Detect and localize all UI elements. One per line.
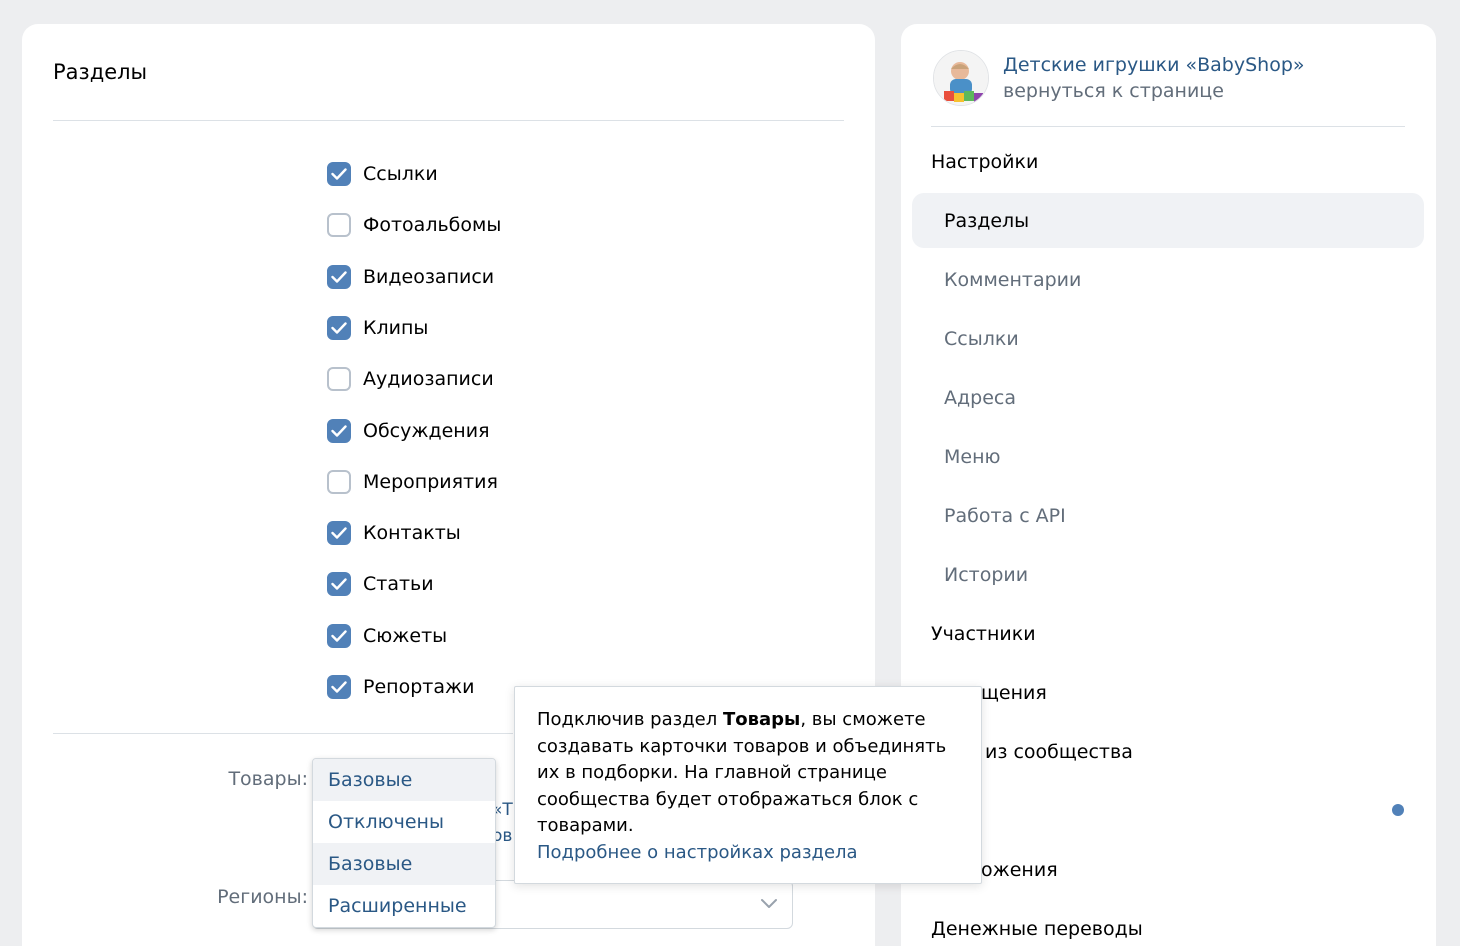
nav-item[interactable]: Разделы bbox=[912, 193, 1424, 248]
section-checkbox-row[interactable]: Ссылки bbox=[327, 160, 438, 188]
section-checkbox-row[interactable]: Сюжеты bbox=[327, 622, 447, 650]
community-avatar[interactable] bbox=[933, 50, 989, 106]
tooltip-bold: Товары bbox=[722, 709, 801, 730]
divider bbox=[53, 733, 513, 734]
goods-option[interactable]: Отключены bbox=[313, 801, 495, 843]
checkbox-unchecked[interactable] bbox=[327, 213, 351, 238]
divider bbox=[53, 120, 844, 121]
nav-item[interactable]: Меню bbox=[912, 429, 1424, 484]
checkbox-checked[interactable] bbox=[327, 264, 351, 289]
section-checkbox-row[interactable]: Репортажи bbox=[327, 673, 474, 701]
section-checkbox-label[interactable]: Контакты bbox=[363, 522, 461, 544]
section-checkbox-label[interactable]: Клипы bbox=[363, 317, 428, 339]
checkmark-icon bbox=[331, 578, 347, 591]
goods-dropdown[interactable]: Базовые Отключены Базовые Расширенные bbox=[312, 758, 496, 928]
section-checkbox-label[interactable]: Обсуждения bbox=[363, 420, 490, 442]
goods-selected-value[interactable]: Базовые bbox=[313, 759, 495, 801]
section-checkbox-row[interactable]: Статьи bbox=[327, 570, 434, 598]
goods-option[interactable]: Расширенные bbox=[313, 885, 495, 927]
chevron-down-icon bbox=[761, 899, 777, 908]
section-checkbox-label[interactable]: Репортажи bbox=[363, 676, 474, 698]
tooltip-text: Подключив раздел bbox=[537, 709, 723, 730]
section-checkbox-label[interactable]: Аудиозаписи bbox=[363, 368, 494, 390]
section-checkbox-row[interactable]: Обсуждения bbox=[327, 417, 490, 445]
nav-partial-messages[interactable]: щения bbox=[981, 678, 1047, 708]
members-heading[interactable]: Участники bbox=[931, 619, 1036, 649]
section-checkbox-row[interactable]: Фотоальбомы bbox=[327, 211, 501, 239]
tooltip-more-link[interactable]: Подробнее о настройках раздела bbox=[537, 840, 959, 867]
notification-dot bbox=[1392, 804, 1404, 816]
nav-money-transfers[interactable]: Денежные переводы bbox=[931, 914, 1143, 944]
checkmark-icon bbox=[331, 527, 347, 539]
section-checkbox-row[interactable]: Мероприятия bbox=[327, 468, 498, 496]
settings-heading[interactable]: Настройки bbox=[931, 147, 1038, 177]
section-checkbox-label[interactable]: Ссылки bbox=[363, 163, 438, 185]
checkmark-icon bbox=[331, 681, 347, 693]
community-name[interactable]: Детские игрушки «BabyShop» bbox=[1003, 52, 1305, 78]
goods-tooltip: Подключив раздел Товары, вы сможете созд… bbox=[514, 686, 982, 884]
checkmark-icon bbox=[331, 629, 347, 642]
nav-item[interactable]: Ссылки bbox=[912, 311, 1424, 366]
nav-item[interactable]: Истории bbox=[912, 547, 1424, 602]
back-to-page-link[interactable]: вернуться к странице bbox=[1003, 78, 1305, 104]
checkmark-icon bbox=[331, 424, 347, 437]
checkbox-checked[interactable] bbox=[327, 315, 351, 340]
checkbox-checked[interactable] bbox=[327, 675, 351, 699]
nav-item[interactable]: Работа с API bbox=[912, 488, 1424, 543]
checkbox-unchecked[interactable] bbox=[327, 469, 351, 494]
checkmark-icon bbox=[331, 270, 347, 283]
checkbox-checked[interactable] bbox=[327, 418, 351, 443]
nav-item[interactable]: Адреса bbox=[912, 370, 1424, 425]
checkbox-checked[interactable] bbox=[327, 162, 351, 186]
section-checkbox-row[interactable]: Контакты bbox=[327, 519, 461, 547]
divider bbox=[931, 126, 1405, 127]
goods-label: Товары: bbox=[228, 768, 308, 790]
checkbox-checked[interactable] bbox=[327, 521, 351, 546]
nav-item[interactable]: Комментарии bbox=[912, 252, 1424, 307]
community-header[interactable]: Детские игрушки «BabyShop» вернуться к с… bbox=[933, 50, 1305, 106]
section-checkbox-row[interactable]: Аудиозаписи bbox=[327, 365, 494, 393]
checkbox-unchecked[interactable] bbox=[327, 367, 351, 392]
checkbox-checked[interactable] bbox=[327, 623, 351, 648]
regions-label: Регионы: bbox=[217, 886, 308, 908]
section-checkbox-row[interactable]: Видеозаписи bbox=[327, 263, 494, 291]
nav-partial-apps[interactable]: ожения bbox=[981, 855, 1058, 885]
section-checkbox-label[interactable]: Статьи bbox=[363, 573, 434, 595]
checkmark-icon bbox=[331, 322, 347, 334]
page-title: Разделы bbox=[53, 60, 148, 84]
goods-option[interactable]: Базовые bbox=[313, 843, 495, 885]
baby-photo-icon bbox=[934, 51, 988, 105]
section-checkbox-row[interactable]: Клипы bbox=[327, 314, 428, 342]
section-checkbox-label[interactable]: Сюжеты bbox=[363, 625, 447, 647]
checkbox-checked[interactable] bbox=[327, 572, 351, 597]
section-checkbox-label[interactable]: Видеозаписи bbox=[363, 266, 494, 288]
checkmark-icon bbox=[331, 168, 347, 180]
nav-partial-from-community[interactable]: из сообщества bbox=[985, 737, 1133, 767]
section-checkbox-label[interactable]: Мероприятия bbox=[363, 471, 498, 493]
section-checkbox-label[interactable]: Фотоальбомы bbox=[363, 214, 501, 236]
